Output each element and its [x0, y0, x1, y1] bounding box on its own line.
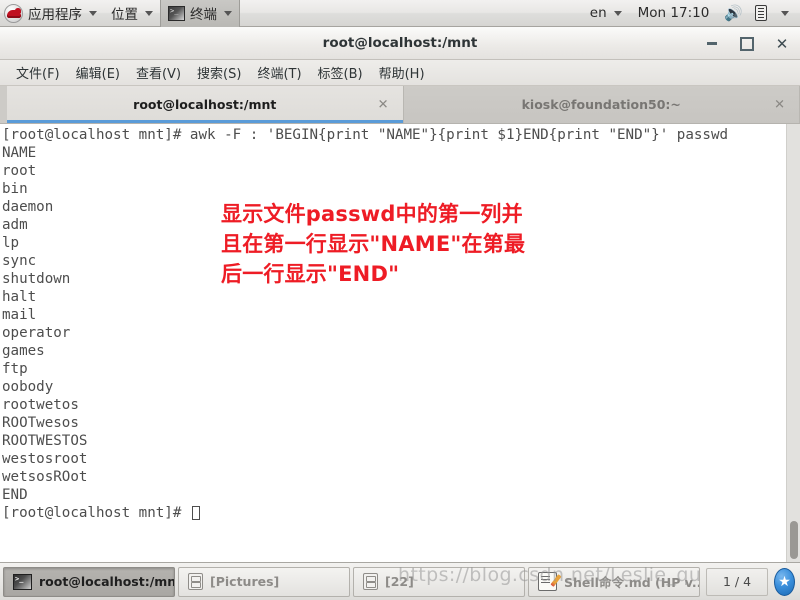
window-controls: ✕ — [704, 27, 790, 60]
menu-view[interactable]: 查看(V) — [128, 61, 189, 84]
battery-button[interactable] — [749, 5, 773, 21]
terminal-output-line: root — [2, 163, 37, 179]
terminal-output-line: mail — [2, 307, 37, 323]
terminal-output-line: wetsosROot — [2, 469, 88, 485]
window-titlebar[interactable]: root@localhost:/mnt ✕ — [0, 27, 800, 60]
panel-status-area: en Mon 17:10 🔊 — [586, 0, 800, 26]
applications-menu-label: 应用程序 — [28, 7, 82, 23]
terminal-prompt: [root@localhost mnt]# — [2, 505, 190, 521]
terminal-output-line: END — [2, 487, 28, 503]
chevron-down-icon — [224, 10, 232, 16]
terminal-output-line: ROOTWESTOS — [2, 433, 88, 449]
terminal-output-line: shutdown — [2, 271, 71, 287]
maximize-icon[interactable] — [739, 36, 755, 52]
trash-icon[interactable]: ★ — [774, 567, 795, 596]
menu-terminal[interactable]: 终端(T) — [249, 61, 309, 84]
redhat-logo-icon — [4, 3, 23, 23]
terminal-output-line: daemon — [2, 199, 54, 215]
chevron-down-icon — [145, 10, 153, 16]
terminal-app-menu[interactable]: 终端 — [160, 0, 240, 27]
file-manager-icon — [188, 573, 203, 590]
tab-label: root@localhost:/mnt — [133, 97, 277, 112]
terminal-output-line: oobody — [2, 379, 54, 395]
chevron-down-icon — [89, 10, 97, 16]
places-menu-label: 位置 — [111, 7, 138, 23]
menu-search[interactable]: 搜索(S) — [189, 61, 249, 84]
terminal-command-line: [root@localhost mnt]# awk -F : 'BEGIN{pr… — [2, 127, 729, 143]
terminal-text-area[interactable]: [root@localhost mnt]# awk -F : 'BEGIN{pr… — [0, 124, 786, 562]
keyboard-layout-indicator[interactable]: en — [586, 0, 629, 26]
terminal-output-line: NAME — [2, 145, 37, 161]
notepad-edit-icon — [538, 572, 557, 591]
chevron-down-icon — [781, 10, 789, 16]
top-panel: 应用程序 位置 终端 en Mon 17:10 🔊 — [0, 0, 800, 27]
terminal-output-line: bin — [2, 181, 28, 197]
terminal-output-line: westosroot — [2, 451, 88, 467]
file-manager-icon — [363, 573, 378, 590]
system-menu-button[interactable] — [773, 10, 795, 16]
terminal-scrollbar[interactable] — [786, 124, 800, 562]
places-menu[interactable]: 位置 — [104, 0, 160, 26]
terminal-icon — [168, 5, 185, 21]
terminal-cursor — [191, 506, 200, 520]
terminal-output-line: ftp — [2, 361, 28, 377]
close-icon[interactable]: ✕ — [774, 97, 785, 112]
menu-bar: 文件(F) 编辑(E) 查看(V) 搜索(S) 终端(T) 标签(B) 帮助(H… — [0, 60, 800, 86]
workspace-switcher[interactable]: 1 / 4 — [706, 567, 768, 596]
taskbar-item-label: [22] — [385, 574, 414, 589]
menu-file[interactable]: 文件(F) — [8, 61, 68, 84]
applications-menu[interactable]: 应用程序 — [0, 0, 104, 26]
terminal-output-line: ROOTwesos — [2, 415, 79, 431]
tab-bar: root@localhost:/mnt ✕ kiosk@foundation50… — [0, 86, 800, 124]
terminal-output-line: halt — [2, 289, 37, 305]
terminal-icon — [13, 573, 32, 590]
terminal-prompt-line: [root@localhost mnt]# — [2, 504, 786, 522]
desktop-screen: 应用程序 位置 终端 en Mon 17:10 🔊 — [0, 0, 800, 600]
taskbar-item-shell-md[interactable]: Shell命令.md (HP v... — [528, 566, 700, 597]
tab-kiosk-foundation50[interactable]: kiosk@foundation50:~ ✕ — [403, 86, 800, 123]
document-battery-icon — [755, 5, 767, 21]
taskbar-item-label: root@localhost:/mnt — [39, 574, 175, 589]
menu-tabs[interactable]: 标签(B) — [310, 61, 371, 84]
chevron-down-icon — [613, 10, 622, 16]
speaker-icon: 🔊 — [724, 3, 743, 22]
terminal-window: root@localhost:/mnt ✕ 文件(F) 编辑(E) 查看(V) … — [0, 27, 800, 562]
terminal-body[interactable]: [root@localhost mnt]# awk -F : 'BEGIN{pr… — [0, 124, 800, 562]
taskbar-item-label: Shell命令.md (HP v... — [564, 575, 700, 590]
clock[interactable]: Mon 17:10 — [629, 5, 719, 21]
terminal-output-line: operator — [2, 325, 71, 341]
taskbar-item-label: [Pictures] — [210, 574, 280, 589]
taskbar-item-22[interactable]: [22] — [353, 566, 525, 597]
terminal-output-line: rootwetos — [2, 397, 79, 413]
minimize-icon[interactable] — [704, 36, 720, 52]
tab-root-localhost-mnt[interactable]: root@localhost:/mnt ✕ — [7, 86, 404, 123]
taskbar-item-terminal[interactable]: root@localhost:/mnt — [3, 566, 175, 597]
taskbar: root@localhost:/mnt [Pictures] [22] Shel… — [0, 562, 800, 600]
terminal-app-label: 终端 — [190, 7, 217, 23]
volume-button[interactable]: 🔊 — [718, 3, 749, 22]
keyboard-layout-label: en — [589, 5, 607, 21]
scrollbar-thumb[interactable] — [790, 521, 798, 559]
terminal-output-line: sync — [2, 253, 37, 269]
menu-edit[interactable]: 编辑(E) — [68, 61, 128, 84]
tabbar-left-edge — [0, 86, 7, 123]
terminal-output-line: adm — [2, 217, 28, 233]
menu-help[interactable]: 帮助(H) — [371, 61, 433, 84]
terminal-output-line: lp — [2, 235, 20, 251]
terminal-output-line: games — [2, 343, 45, 359]
close-icon[interactable]: ✕ — [774, 35, 790, 53]
window-title: root@localhost:/mnt — [322, 35, 478, 51]
close-icon[interactable]: ✕ — [378, 97, 389, 112]
taskbar-item-pictures[interactable]: [Pictures] — [178, 566, 350, 597]
tab-label: kiosk@foundation50:~ — [521, 97, 681, 112]
